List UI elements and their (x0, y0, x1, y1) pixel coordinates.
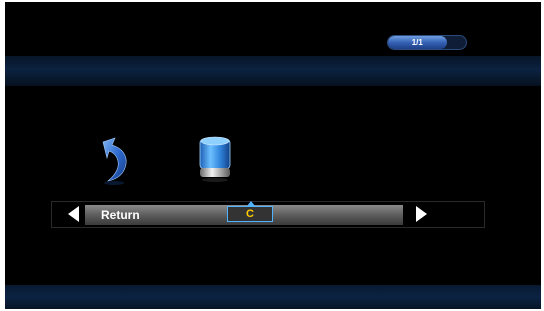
selection-caret (247, 201, 255, 206)
header-band (5, 56, 541, 86)
right-arrow-icon[interactable] (416, 206, 427, 222)
selection-bar[interactable]: Return C (85, 201, 403, 225)
return-label[interactable]: Return (101, 205, 140, 225)
drive-c-label[interactable]: C (227, 206, 273, 222)
hard-drive-icon[interactable] (197, 135, 233, 183)
return-arrow-icon[interactable] (99, 136, 133, 186)
item-label-row: Return C (51, 201, 485, 228)
page-indicator: 1/1 (387, 35, 467, 50)
page-indicator-text: 1/1 (411, 38, 423, 47)
footer-band (5, 285, 541, 309)
file-browser-screen: 1/1 Return C (5, 2, 541, 309)
left-arrow-icon[interactable] (68, 206, 79, 222)
